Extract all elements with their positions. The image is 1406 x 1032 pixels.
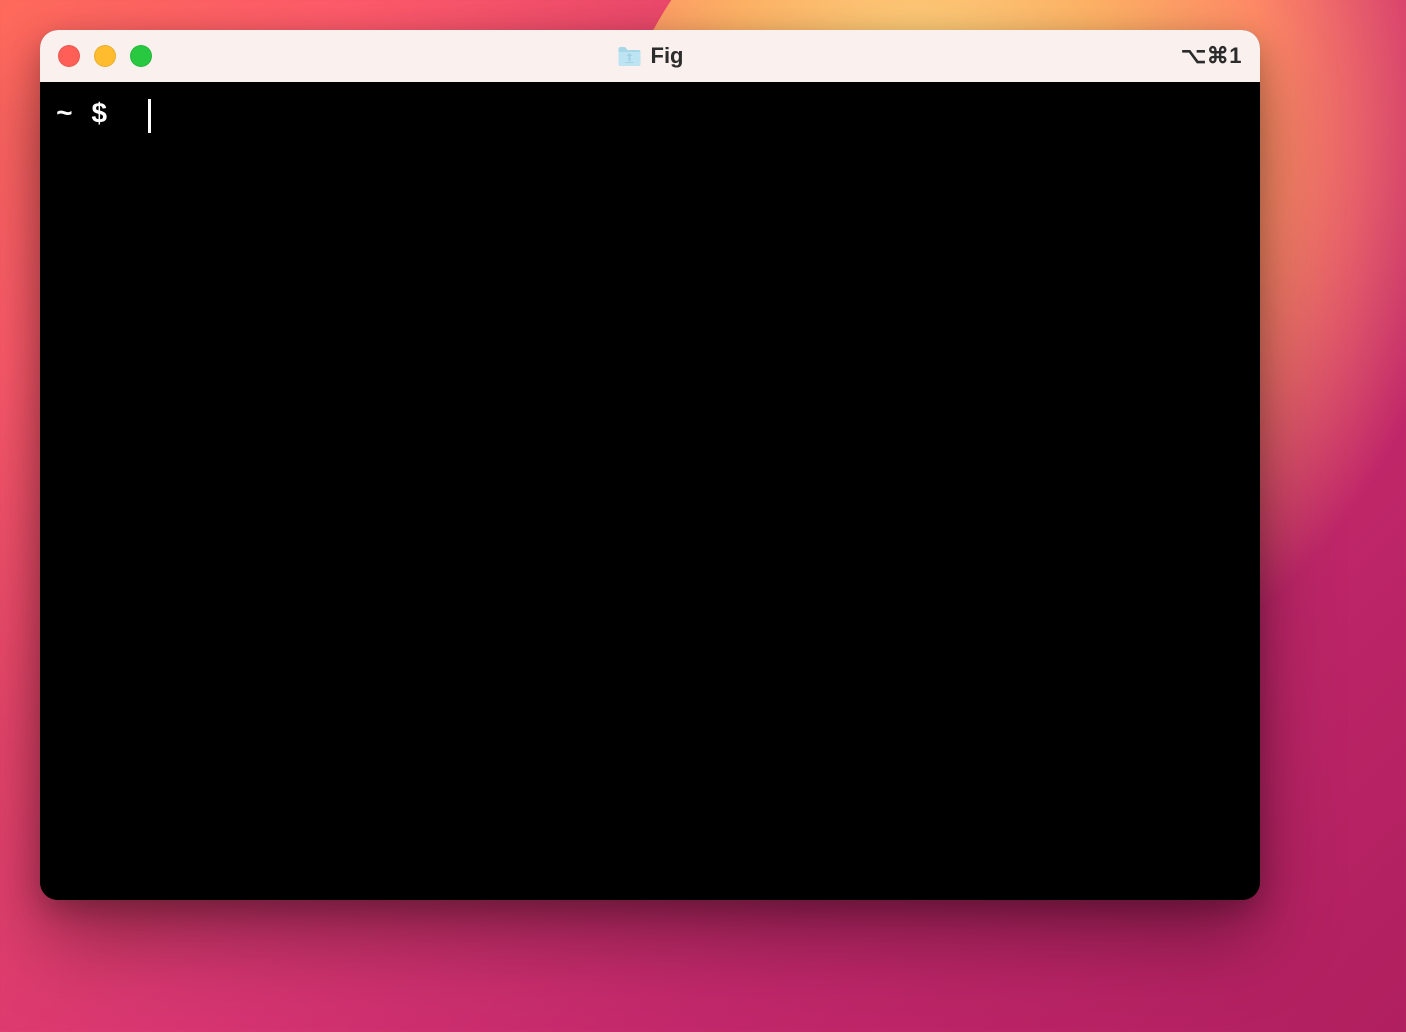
close-button[interactable] bbox=[58, 45, 80, 67]
prompt-cwd: ~ bbox=[56, 96, 73, 135]
window-titlebar[interactable]: Fig ⌥⌘1 bbox=[40, 30, 1260, 82]
shortcut-glyphs: ⌥⌘1 bbox=[1181, 43, 1242, 69]
prompt-line: ~ $ bbox=[56, 96, 1244, 135]
window-title-group: Fig bbox=[617, 43, 684, 69]
zoom-button[interactable] bbox=[130, 45, 152, 67]
cursor-icon bbox=[148, 99, 151, 133]
minimize-button[interactable] bbox=[94, 45, 116, 67]
terminal-window: Fig ⌥⌘1 ~ $ bbox=[40, 30, 1260, 900]
terminal-body[interactable]: ~ $ bbox=[40, 82, 1260, 900]
window-title: Fig bbox=[651, 43, 684, 69]
folder-icon bbox=[617, 45, 643, 67]
traffic-lights-group bbox=[58, 45, 152, 67]
window-shortcut-indicator: ⌥⌘1 bbox=[1181, 43, 1242, 69]
prompt-symbol: $ bbox=[91, 96, 108, 135]
